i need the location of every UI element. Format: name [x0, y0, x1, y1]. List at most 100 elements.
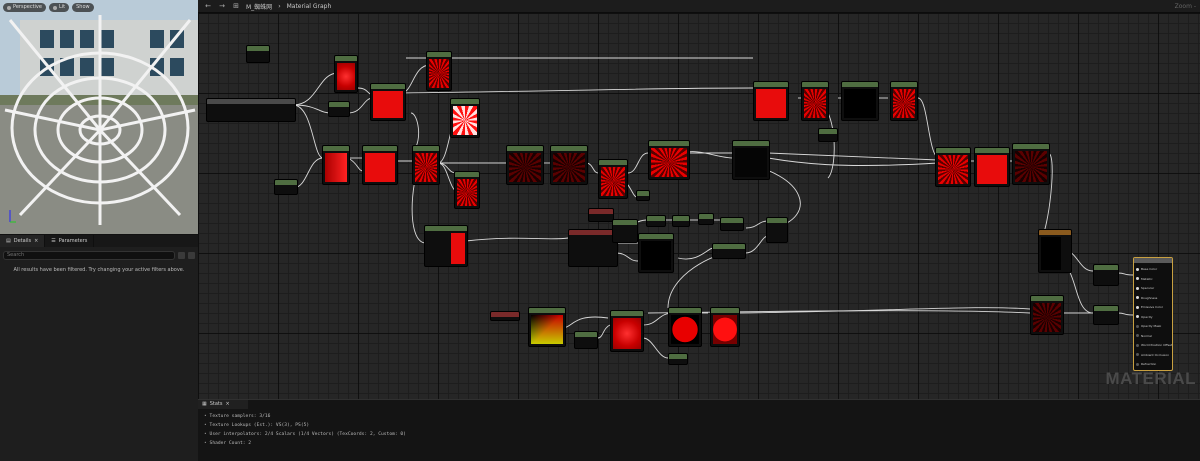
show-button[interactable]: Show — [72, 3, 94, 12]
pin-dot-icon — [1136, 315, 1139, 318]
search-row — [3, 249, 195, 261]
output-pin[interactable]: Refraction — [1136, 362, 1156, 366]
node-tex-3[interactable] — [841, 81, 879, 121]
pin-dot-icon — [1136, 343, 1139, 347]
node-step-1[interactable] — [506, 145, 544, 185]
details-panel: ▤Details× ☰Parameters All results have b… — [0, 234, 198, 461]
node-sub[interactable] — [720, 217, 744, 231]
node-abs[interactable] — [454, 171, 480, 209]
panel-tabs: ▤ Details × ☰ Parameters — [0, 235, 198, 247]
node-dynamic-parameter[interactable] — [568, 229, 618, 267]
pin-dot-icon — [1136, 277, 1139, 280]
tab-details[interactable]: ▤ Details × — [0, 235, 46, 247]
node-mul-3[interactable] — [612, 219, 638, 243]
node-multiply-1[interactable] — [334, 55, 358, 93]
pin-label: Opacity Mask — [1141, 324, 1162, 328]
node-sine[interactable] — [426, 51, 452, 91]
breadcrumb-material[interactable]: M_蜘蛛网 — [246, 2, 272, 11]
output-pin[interactable]: Normal — [1136, 334, 1152, 338]
breadcrumb-separator-icon: › — [278, 2, 281, 10]
node-append-2[interactable] — [672, 215, 690, 227]
gear-icon[interactable] — [188, 251, 195, 259]
node-scalar[interactable] — [328, 101, 350, 117]
viewport-toolbar: Perspective Lit Show — [3, 3, 94, 12]
node-web-final[interactable] — [1030, 295, 1064, 335]
menu-icon — [7, 5, 11, 10]
pin-dot-icon — [1136, 334, 1139, 337]
preview-viewport[interactable]: Perspective Lit Show — [0, 0, 198, 234]
node-burst[interactable] — [450, 98, 480, 138]
node-const-4[interactable] — [574, 331, 598, 349]
node-multiply-out-1[interactable] — [1093, 264, 1119, 286]
lit-button[interactable]: Lit — [48, 3, 70, 12]
node-circle-2[interactable] — [710, 307, 740, 347]
node-frac[interactable] — [412, 145, 440, 185]
close-icon[interactable]: × — [34, 235, 38, 247]
tab-parameters[interactable]: ☰ Parameters — [45, 235, 95, 247]
node-const-2[interactable] — [636, 190, 650, 201]
output-pin[interactable]: Roughness — [1136, 296, 1157, 300]
node-lerp-1[interactable] — [598, 159, 628, 199]
node-tex-2[interactable] — [801, 81, 829, 121]
node-texcoord-2[interactable] — [490, 311, 520, 321]
viewport-scene — [0, 0, 198, 234]
node-max[interactable] — [648, 140, 690, 180]
pin-label: World Position Offset — [1141, 343, 1173, 347]
pin-dot-icon — [1136, 296, 1139, 299]
node-one-minus[interactable] — [638, 233, 674, 273]
node-append-3[interactable] — [698, 213, 714, 225]
output-pin[interactable]: Opacity Mask — [1136, 324, 1161, 328]
node-step-2[interactable] — [550, 145, 588, 185]
lit-icon — [52, 5, 57, 10]
material-graph-canvas[interactable]: Base Color Metallic Specular Roughness Emiss… — [198, 13, 1200, 399]
node-add-1[interactable] — [370, 83, 406, 121]
output-pin[interactable]: Emissive Color — [1136, 305, 1163, 309]
pin-label: Specular — [1141, 286, 1155, 290]
node-const-3[interactable] — [818, 128, 838, 142]
node-const-5[interactable] — [668, 353, 688, 365]
breadcrumb-graph[interactable]: Material Graph — [287, 3, 332, 10]
pin-label: Base Color — [1141, 267, 1158, 271]
node-web-2[interactable] — [974, 147, 1010, 187]
back-arrow-icon[interactable]: ← — [204, 2, 212, 10]
graph-icon: ⊞ — [233, 2, 239, 10]
stats-tab[interactable]: ▦ Stats × — [198, 400, 248, 409]
output-pin[interactable]: World Position Offset — [1136, 343, 1172, 347]
node-time[interactable] — [246, 45, 270, 63]
node-multiply-2[interactable] — [362, 145, 398, 185]
material-editor: Perspective Lit Show ▤ Details × ☰ Paramete… — [0, 0, 1200, 461]
pin-dot-icon — [1136, 267, 1139, 271]
node-texture-sample[interactable] — [424, 225, 468, 267]
perspective-button[interactable]: Perspective — [3, 3, 46, 12]
node-multiply-out-2[interactable] — [1093, 305, 1119, 325]
output-pin[interactable]: Ambient Occlusion — [1136, 353, 1169, 357]
node-tex-4[interactable] — [890, 81, 918, 121]
node-circle-1[interactable] — [668, 307, 702, 347]
node-param-red[interactable] — [588, 208, 614, 222]
node-lerp-2[interactable] — [766, 217, 788, 243]
node-radial[interactable] — [610, 310, 644, 352]
material-output-node[interactable]: Base Color Metallic Specular Roughness Emiss… — [1133, 257, 1173, 371]
node-particle-color[interactable] — [1038, 229, 1072, 273]
node-uv[interactable] — [528, 307, 566, 347]
forward-arrow-icon[interactable]: → — [218, 2, 226, 10]
output-pin[interactable]: Specular — [1136, 286, 1154, 290]
output-pin[interactable]: Opacity — [1136, 315, 1153, 319]
node-web-1[interactable] — [935, 147, 971, 187]
node-power[interactable] — [322, 145, 350, 185]
node-web-3[interactable] — [1012, 143, 1050, 185]
node-const[interactable] — [274, 179, 298, 195]
node-clamp[interactable] — [732, 140, 770, 180]
stats-line: Texture samplers: 3/16 — [204, 412, 1200, 421]
search-input[interactable] — [3, 250, 175, 260]
close-icon[interactable]: × — [226, 400, 230, 409]
node-tex-1[interactable] — [753, 81, 789, 121]
material-watermark: MATERIAL — [1105, 369, 1196, 388]
filter-message: All results have been filtered. Try chan… — [13, 267, 185, 273]
view-options-icon[interactable] — [178, 251, 185, 259]
output-pin[interactable]: Base Color — [1136, 267, 1157, 271]
node-texcoord[interactable] — [206, 98, 296, 122]
output-pin[interactable]: Metallic — [1136, 277, 1153, 281]
node-append-1[interactable] — [646, 215, 666, 227]
node-multiply-4[interactable] — [712, 243, 746, 259]
